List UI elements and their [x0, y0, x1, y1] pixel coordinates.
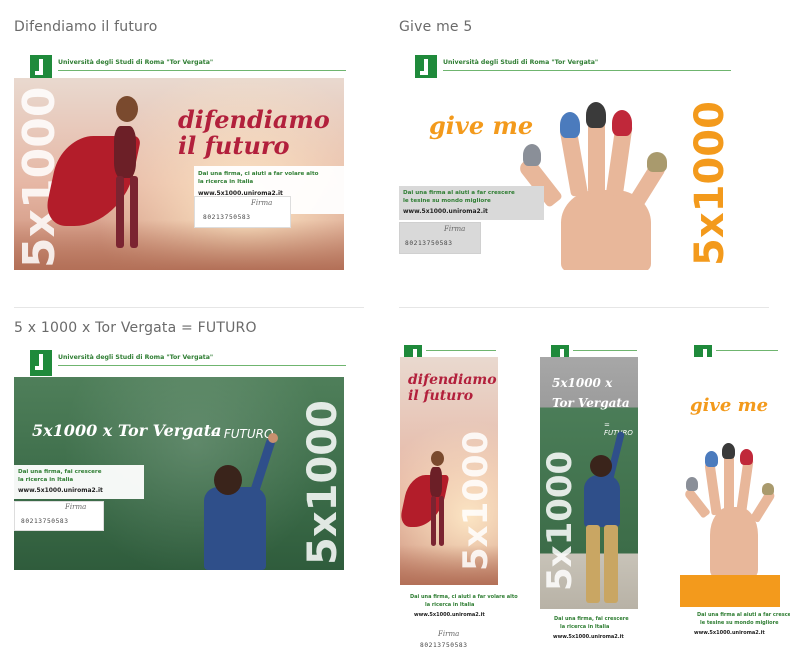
firma-label: Firma [251, 199, 273, 207]
info-text: Dai una firma, ci aiuti a far volare alt… [198, 171, 319, 177]
footer-info: le tesine su mondo migliore [700, 620, 779, 626]
chalk-headline: 5x1000 x Tor Vergata [32, 421, 222, 440]
tax-code: 80213750583 [203, 214, 251, 221]
footer-url: www.5x1000.uniroma2.it [414, 612, 485, 618]
footer-url: www.5x1000.uniroma2.it [694, 630, 765, 636]
headline-line2: Tor Vergata [552, 396, 630, 410]
boy-head [214, 465, 242, 495]
headline-line1: difendiamo [408, 372, 497, 388]
header-rule [58, 70, 346, 71]
finger [724, 453, 734, 513]
info-box: Dai una firma, fai crescere la ricerca i… [14, 465, 144, 499]
signature-box: Firma 80213750583 [14, 501, 104, 531]
url-text: www.5x1000.uniroma2.it [403, 208, 488, 215]
five-x-1000-vertical: 5x1000 [300, 400, 344, 565]
girl-leg [431, 496, 436, 546]
banner-tor-vergata[interactable]: 5x1000 x Tor Vergata = FUTURO 5x1000 Dai… [14, 377, 344, 570]
girl-head [116, 96, 138, 122]
five-x-1000-vertical: 5x1000 [456, 430, 496, 571]
five-x-1000-vertical: 5x1000 [687, 101, 729, 266]
section-title-difendiamo: Difendiamo il futuro [14, 19, 158, 35]
girl-leg [130, 176, 138, 248]
university-name: Università degli Studi di Roma "Tor Verg… [58, 354, 214, 361]
section-title-give-me-5: Give me 5 [399, 19, 473, 35]
footer-info: Dai una firma, ci aiuti a far volare alt… [410, 594, 518, 600]
orange-band [680, 575, 780, 607]
finger-puppet [686, 477, 698, 491]
info-text: Dai una firma, fai crescere [18, 469, 102, 475]
boy-body [584, 475, 620, 527]
header-rule [573, 350, 637, 351]
header-rule [716, 350, 778, 351]
info-text: la ricerca in Italia [18, 477, 74, 483]
boy-body [204, 487, 266, 570]
signature-box: Firma 80213750583 [399, 222, 481, 254]
divider [14, 307, 364, 308]
finger-puppet [523, 144, 541, 166]
boy-pants [604, 525, 618, 603]
header-rule [58, 365, 346, 366]
finger [736, 456, 754, 514]
finger-puppet [586, 102, 606, 128]
thumb [683, 487, 711, 519]
signature-box: Firma 80213750583 [194, 196, 291, 228]
url-text: www.5x1000.uniroma2.it [18, 487, 103, 494]
finger-puppet [647, 152, 667, 172]
girl-body [430, 467, 442, 497]
finger-puppet [762, 483, 774, 495]
boy-hand [268, 433, 278, 443]
footer-code: 80213750583 [420, 642, 468, 649]
headline-line2: il futuro [178, 131, 290, 160]
firma-label: Firma [65, 503, 87, 511]
finger-puppet [560, 112, 580, 138]
footer-url: www.5x1000.uniroma2.it [553, 634, 624, 640]
finger-puppet [705, 451, 718, 467]
info-text: Dai una firma al aiuti a far crescere [403, 190, 515, 196]
header-rule [443, 70, 731, 71]
finger-puppet [722, 443, 735, 459]
give-me-headline: give me [690, 395, 769, 416]
girl-leg [439, 496, 444, 546]
university-name: Università degli Studi di Roma "Tor Verg… [58, 59, 214, 66]
footer-firma: Firma [438, 630, 460, 638]
section-title-tor-vergata-futuro: 5 x 1000 x Tor Vergata = FUTURO [14, 320, 257, 336]
girl-leg [116, 176, 124, 248]
vertical-banner-give-me[interactable]: give me [680, 357, 780, 607]
five-x-1000-vertical: 5x1000 [540, 450, 580, 591]
girl-head [431, 451, 444, 466]
boy-pants [586, 525, 600, 603]
tax-code: 80213750583 [21, 518, 69, 525]
info-box: Dai una firma al aiuti a far crescere le… [399, 186, 544, 220]
finger-puppet [740, 449, 753, 465]
banner-give-me[interactable]: give me 5x1000 Dai una firma al aiuti a … [399, 78, 729, 270]
header-rule [426, 350, 496, 351]
footer-info: la ricerca in Italia [425, 602, 475, 608]
vertical-banner-tor-vergata[interactable]: 5x1000 x Tor Vergata = FUTURO 5x1000 [540, 357, 638, 609]
banner-difendiamo[interactable]: 5x1000 difendiamo il futuro Dai una firm… [14, 78, 344, 270]
headline-line1: difendiamo [178, 105, 330, 134]
university-name: Università degli Studi di Roma "Tor Verg… [443, 59, 599, 66]
firma-label: Firma [444, 225, 466, 233]
tax-code: 80213750583 [405, 240, 453, 247]
girl-body [114, 126, 136, 178]
chalk-equals-futuro: = FUTURO [210, 427, 274, 441]
finger-puppet [612, 110, 632, 136]
footer-info: la ricerca in Italia [560, 624, 610, 630]
headline-line2: il futuro [408, 388, 474, 404]
info-text: le tesine su mondo migliore [403, 198, 491, 204]
headline-line1: 5x1000 x [552, 376, 613, 390]
boy-head [590, 455, 612, 477]
divider [399, 307, 769, 308]
vertical-banner-difendiamo[interactable]: difendiamo il futuro 5x1000 [400, 357, 498, 585]
university-logo [30, 350, 52, 376]
footer-info: Dai una firma, fai crescere [554, 616, 629, 622]
footer-info: Dai una firma al aiuti a far crescere [697, 612, 790, 618]
info-text: la ricerca in Italia [198, 179, 254, 185]
give-me-headline: give me [429, 111, 534, 140]
